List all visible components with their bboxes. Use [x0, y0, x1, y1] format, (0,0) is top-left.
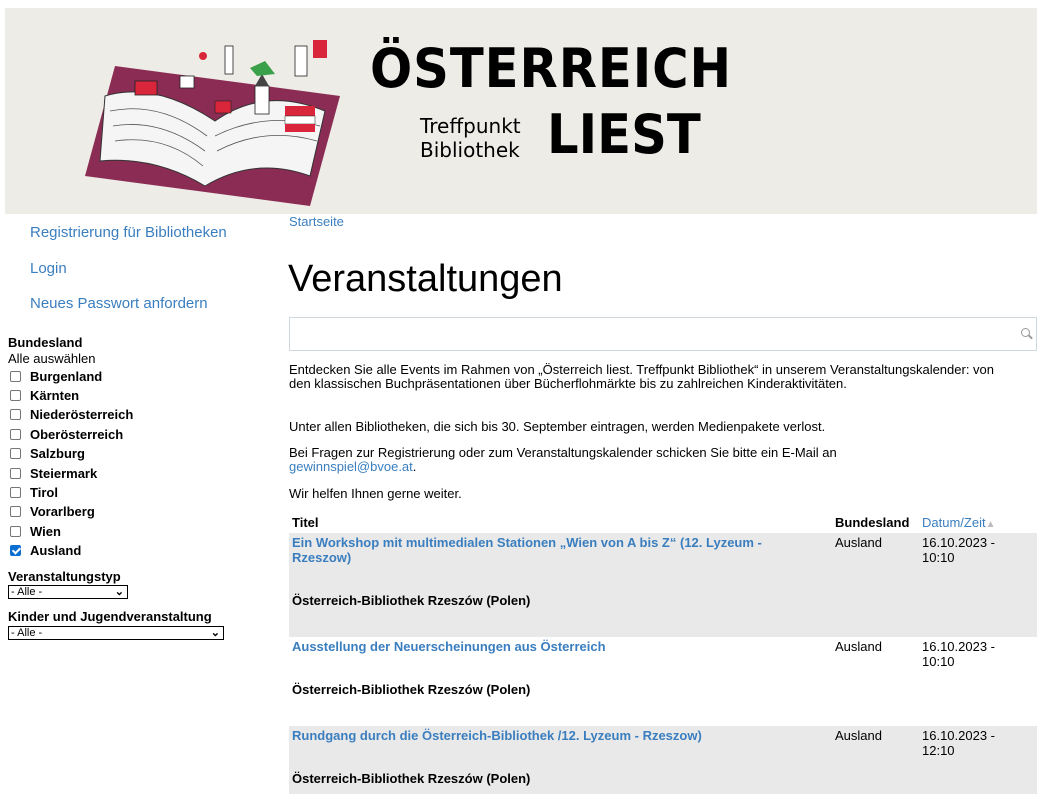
bundesland-option[interactable]: Kärnten — [10, 386, 79, 404]
event-location: Österreich-Bibliothek Rzeszów (Polen) — [292, 593, 531, 608]
site-header: ÖSTERREICH Treffpunkt Bibliothek LIEST — [5, 8, 1037, 214]
contact-text: Bei Fragen zur Registrierung oder zum Ve… — [289, 446, 999, 474]
bundesland-option-label: Steiermark — [30, 465, 98, 481]
event-bundesland: Ausland — [835, 535, 882, 550]
event-location: Österreich-Bibliothek Rzeszów (Polen) — [292, 771, 531, 786]
search-icon[interactable] — [1021, 328, 1030, 337]
sort-asc-icon: ▲ — [985, 519, 996, 530]
contact-prefix: Bei Fragen zur Registrierung oder zum Ve… — [289, 445, 837, 460]
bundesland-option-label: Kärnten — [30, 387, 80, 403]
checkbox[interactable] — [10, 389, 21, 401]
date-sort-label: Datum/Zeit — [922, 515, 986, 530]
chevron-down-icon: ⌄ — [210, 626, 220, 639]
column-header-bundesland: Bundesland — [835, 515, 910, 530]
event-title-link[interactable]: Ein Workshop mit multimedialen Stationen… — [292, 535, 822, 565]
bundesland-option-label: Wien — [30, 523, 61, 539]
checkbox[interactable] — [10, 486, 21, 498]
register-library-link[interactable]: Registrierung für Bibliotheken — [30, 224, 227, 241]
page-title: Veranstaltungen — [288, 258, 563, 300]
bundesland-option[interactable]: Wien — [10, 522, 61, 540]
login-link[interactable]: Login — [30, 260, 67, 277]
event-datetime: 16.10.2023 - 10:10 — [922, 639, 996, 669]
brand-title: ÖSTERREICH — [370, 37, 733, 100]
column-header-date[interactable]: Datum/Zeit▲ — [922, 515, 995, 530]
bundesland-option[interactable]: Steiermark — [10, 464, 97, 482]
kids-event-select[interactable]: - Alle - ⌄ — [8, 626, 224, 640]
event-type-value: - Alle - — [11, 585, 43, 598]
contact-suffix: . — [412, 459, 417, 474]
event-title-link[interactable]: Ausstellung der Neuerscheinungen aus Öst… — [292, 639, 822, 654]
bundesland-option[interactable]: Tirol — [10, 483, 58, 501]
bundesland-option-label: Vorarlberg — [30, 504, 95, 520]
bundesland-option[interactable]: Burgenland — [10, 367, 102, 385]
event-bundesland: Ausland — [835, 639, 882, 654]
brand-sub-line2: Bibliothek — [420, 138, 520, 162]
bundesland-option-label: Ausland — [30, 543, 82, 559]
bundesland-option-label: Tirol — [30, 484, 58, 500]
bundesland-option[interactable]: Salzburg — [10, 445, 85, 463]
reset-password-link[interactable]: Neues Passwort anfordern — [30, 295, 208, 312]
bundesland-filter-label: Bundesland — [8, 335, 83, 350]
select-all-link[interactable]: Alle auswählen — [8, 351, 95, 366]
checkbox[interactable] — [10, 428, 21, 440]
bundesland-option[interactable]: Vorarlberg — [10, 503, 95, 521]
kids-event-label: Kinder und Jugendveranstaltung — [8, 609, 212, 624]
event-type-label: Veranstaltungstyp — [8, 569, 121, 584]
bundesland-option[interactable]: Ausland — [10, 542, 81, 560]
chevron-down-icon: ⌄ — [114, 585, 124, 598]
event-bundesland: Ausland — [835, 728, 882, 743]
contact-email-link[interactable]: gewinnspiel@bvoe.at — [289, 459, 413, 474]
bundesland-option-label: Oberösterreich — [30, 426, 124, 442]
checkbox[interactable] — [10, 370, 21, 382]
event-title-link[interactable]: Rundgang durch die Österreich-Bibliothek… — [292, 728, 822, 743]
checkbox[interactable] — [10, 467, 21, 479]
brand-sub-line1: Treffpunkt — [420, 114, 521, 138]
checkbox[interactable] — [10, 409, 21, 421]
bundesland-option-label: Salzburg — [30, 446, 85, 462]
book-logo-icon — [85, 40, 340, 206]
event-datetime: 16.10.2023 - 12:10 — [922, 728, 996, 758]
search-input[interactable] — [289, 317, 1037, 351]
kids-event-value: - Alle - — [11, 626, 43, 639]
checkbox[interactable] — [10, 448, 21, 460]
event-type-select[interactable]: - Alle - ⌄ — [8, 585, 128, 599]
bundesland-option-label: Niederösterreich — [30, 407, 134, 423]
event-location: Österreich-Bibliothek Rzeszów (Polen) — [292, 682, 531, 697]
help-text: Wir helfen Ihnen gerne weiter. — [289, 486, 462, 501]
raffle-text: Unter allen Bibliotheken, die sich bis 3… — [289, 419, 826, 434]
checkbox[interactable] — [10, 545, 21, 557]
bundesland-option[interactable]: Niederösterreich — [10, 406, 133, 424]
bundesland-option-label: Burgenland — [30, 368, 103, 384]
checkbox[interactable] — [10, 506, 21, 518]
brand-subtitle: Treffpunkt Bibliothek — [420, 114, 521, 162]
intro-text: Entdecken Sie alle Events im Rahmen von … — [289, 362, 995, 391]
checkbox[interactable] — [10, 525, 21, 537]
breadcrumb-home-link[interactable]: Startseite — [289, 214, 344, 229]
bundesland-option[interactable]: Oberösterreich — [10, 425, 123, 443]
column-header-title: Titel — [292, 515, 319, 530]
event-datetime: 16.10.2023 - 10:10 — [922, 535, 996, 565]
brand-liest: LIEST — [547, 103, 701, 166]
